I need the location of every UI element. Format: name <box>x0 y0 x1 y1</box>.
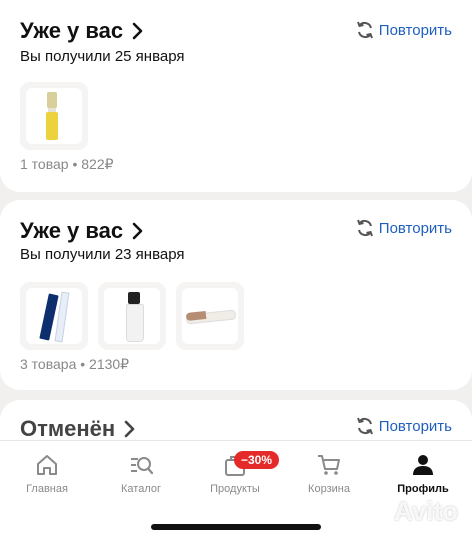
tab-label: Главная <box>26 483 68 495</box>
product-thumbnail[interactable] <box>20 82 88 150</box>
product-thumbnail[interactable] <box>98 282 166 350</box>
tab-profile[interactable]: Профиль <box>376 451 470 495</box>
order-status-text: Уже у вас <box>20 218 124 243</box>
product-thumbnail[interactable] <box>20 282 88 350</box>
product-thumbnail[interactable] <box>176 282 244 350</box>
discount-badge: −30% <box>234 451 280 469</box>
repeat-order-button[interactable]: Повторить <box>355 416 452 436</box>
order-card[interactable]: Уже у вас Повторить Вы получили 25 январ… <box>0 0 472 192</box>
tab-cart[interactable]: Корзина <box>282 451 376 495</box>
home-indicator <box>151 524 321 530</box>
order-card[interactable]: Уже у вас Повторить Вы получили 23 январ… <box>0 200 472 390</box>
stick-applicator-product <box>182 288 238 344</box>
chevron-right-icon <box>132 22 143 40</box>
home-icon <box>37 455 57 475</box>
repeat-order-button[interactable]: Повторить <box>355 20 452 40</box>
tab-catalog[interactable]: Каталог <box>94 451 188 495</box>
order-status-text: Уже у вас <box>20 18 124 43</box>
tab-label: Продукты <box>210 483 260 495</box>
order-summary: 1 товар • 822₽ <box>20 156 114 172</box>
order-status-link[interactable]: Уже у вас <box>20 218 147 244</box>
order-date-line: Вы получили 25 января <box>20 48 185 65</box>
repeat-label: Повторить <box>378 417 452 435</box>
tab-home[interactable]: Главная <box>0 451 94 495</box>
blue-box-pen-product <box>26 288 82 344</box>
refresh-icon <box>356 21 373 39</box>
tab-label: Каталог <box>121 483 161 495</box>
catalog-search-icon <box>131 457 154 475</box>
repeat-label: Повторить <box>378 219 452 237</box>
order-date-line: Вы получили 23 января <box>20 246 185 263</box>
refresh-icon <box>356 417 373 435</box>
order-status-link[interactable]: Уже у вас <box>20 18 147 44</box>
repeat-label: Повторить <box>378 21 452 39</box>
repeat-order-button[interactable]: Повторить <box>355 218 452 238</box>
chevron-right-icon <box>132 222 143 240</box>
tab-label: Корзина <box>308 483 350 495</box>
profile-icon <box>413 455 433 475</box>
refresh-icon <box>356 219 373 237</box>
chevron-right-icon <box>124 420 135 438</box>
yellow-pen-product <box>26 88 82 144</box>
tab-label: Профиль <box>397 483 449 495</box>
order-status-text: Отменён <box>20 416 116 441</box>
avito-watermark: Avito <box>393 496 458 526</box>
cart-icon <box>318 455 340 475</box>
white-tube-product <box>104 288 160 344</box>
order-summary: 3 товара • 2130₽ <box>20 356 130 372</box>
order-status-link[interactable]: Отменён <box>20 416 139 442</box>
